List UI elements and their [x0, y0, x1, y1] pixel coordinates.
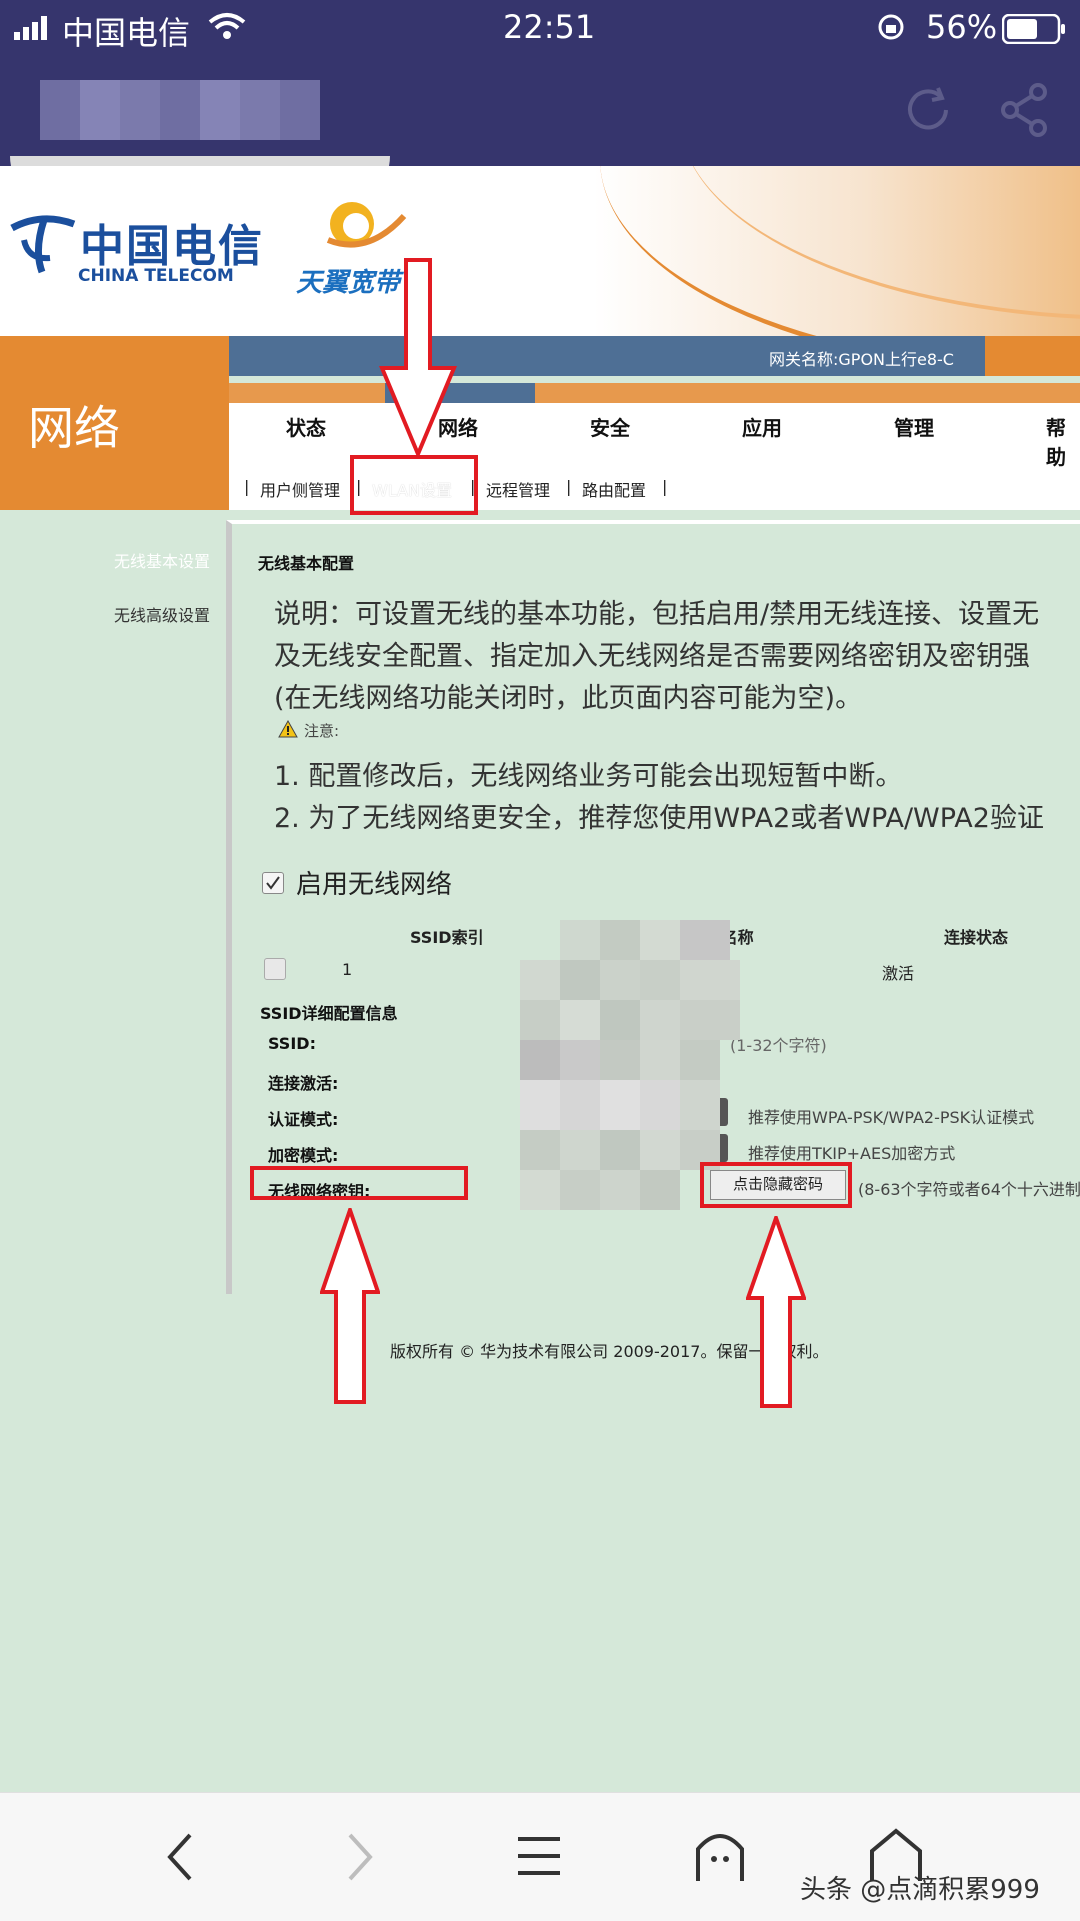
field-connect-active-label: 连接激活:: [268, 1074, 339, 1093]
back-icon[interactable]: [160, 1831, 200, 1887]
row-checkbox[interactable]: [264, 958, 286, 980]
tab-application[interactable]: 应用: [742, 412, 782, 441]
sub-nav-separator: |: [662, 477, 668, 496]
refresh-icon[interactable]: [900, 82, 956, 142]
tabs-icon[interactable]: [694, 1829, 746, 1887]
note-label: 注意:: [304, 722, 340, 740]
warning-icon: [278, 719, 298, 742]
row-status: 激活: [882, 964, 915, 983]
browser-toolbar: 头条 @点滴积累999: [0, 1792, 1080, 1921]
sidebar-item-basic[interactable]: 无线基本设置: [114, 548, 210, 572]
forward-icon[interactable]: [340, 1831, 380, 1887]
enable-wireless-checkbox[interactable]: [262, 872, 284, 894]
sidebar: [0, 510, 226, 1790]
china-telecom-logo-icon: [4, 210, 80, 278]
sub-nav-separator: |: [244, 477, 250, 496]
highlight-wlan-settings: [350, 455, 478, 515]
battery-percent: 56%: [926, 8, 998, 46]
brand-en: CHINA TELECOM: [78, 266, 234, 286]
wifi-icon: [208, 12, 246, 44]
description-line: 说明：可设置无线的基本功能，包括启用/禁用无线连接、设置无: [274, 599, 1040, 630]
rotation-lock-icon: [876, 12, 906, 46]
section-title: 网络: [28, 401, 120, 455]
battery-icon: [1001, 13, 1066, 48]
section-block: 网络: [0, 336, 229, 510]
signal-icon: [14, 16, 50, 44]
arrow-up-icon: [319, 1203, 381, 1408]
description-line: 及无线安全配置、指定加入无线网络是否需要网络密钥及密钥强: [274, 641, 1030, 672]
sub-nav-separator: |: [566, 477, 572, 496]
sub-nav-user-side[interactable]: 用户侧管理: [260, 477, 340, 501]
auth-hint: 推荐使用WPA-PSK/WPA2-PSK认证模式: [748, 1108, 1035, 1127]
tab-management[interactable]: 管理: [894, 412, 934, 441]
section-heading: 无线基本配置: [258, 554, 355, 573]
brand-cn: 中国电信: [80, 221, 264, 272]
sub-nav-remote[interactable]: 远程管理: [486, 477, 550, 501]
note-line: 2. 为了无线网络更安全，推荐您使用WPA2或者WPA/WPA2验证: [274, 803, 1044, 834]
enc-hint: 推荐使用TKIP+AES加密方式: [748, 1144, 956, 1163]
key-hint: (8-63个字符或者64个十六进制: [858, 1180, 1080, 1199]
col-ssid-index: SSID索引: [410, 928, 484, 947]
arrow-up-icon: [745, 1211, 807, 1412]
sidebar-item-advanced[interactable]: 无线高级设置: [114, 602, 210, 626]
share-icon[interactable]: [998, 82, 1050, 142]
highlight-hide-password: [700, 1162, 852, 1208]
col-connection-status: 连接状态: [944, 928, 1009, 947]
arrow-down-icon: [378, 258, 458, 462]
tabs-stripe: [229, 383, 1080, 403]
browser-header: [0, 60, 1080, 206]
description-line: (在无线网络功能关闭时，此页面内容可能为空)。: [274, 683, 863, 714]
tab-status[interactable]: 状态: [286, 412, 326, 441]
highlight-wireless-key: [250, 1166, 468, 1200]
field-auth-mode-label: 认证模式:: [268, 1110, 339, 1129]
sub-nav-routing[interactable]: 路由配置: [582, 477, 646, 501]
field-ssid-label: SSID:: [268, 1034, 316, 1053]
status-bar: 中国电信 22:51 56%: [0, 0, 1080, 60]
clock: 22:51: [503, 8, 596, 46]
tab-help[interactable]: 帮助: [1046, 412, 1080, 470]
carrier-label: 中国电信: [62, 14, 191, 52]
tab-security[interactable]: 安全: [590, 412, 630, 441]
enable-wireless-label: 启用无线网络: [296, 870, 453, 900]
blurred-url: [40, 80, 320, 140]
gateway-bar: 网关名称:GPON上行e8-C: [229, 336, 1080, 376]
menu-icon[interactable]: [516, 1833, 562, 1883]
row-ssid-index: 1: [342, 960, 353, 979]
ssid-detail-title: SSID详细配置信息: [260, 1004, 398, 1023]
field-encryption-label: 加密模式:: [268, 1146, 339, 1165]
watermark: 头条 @点滴积累999: [800, 1875, 1040, 1905]
tianyi-logo-icon: [318, 196, 408, 260]
note-line: 1. 配置修改后，无线网络业务可能会出现短暂中断。: [274, 761, 903, 792]
router-banner: 中国电信 CHINA TELECOM 天翼宽带: [0, 166, 1080, 336]
gateway-name: 网关名称:GPON上行e8-C: [769, 350, 954, 369]
